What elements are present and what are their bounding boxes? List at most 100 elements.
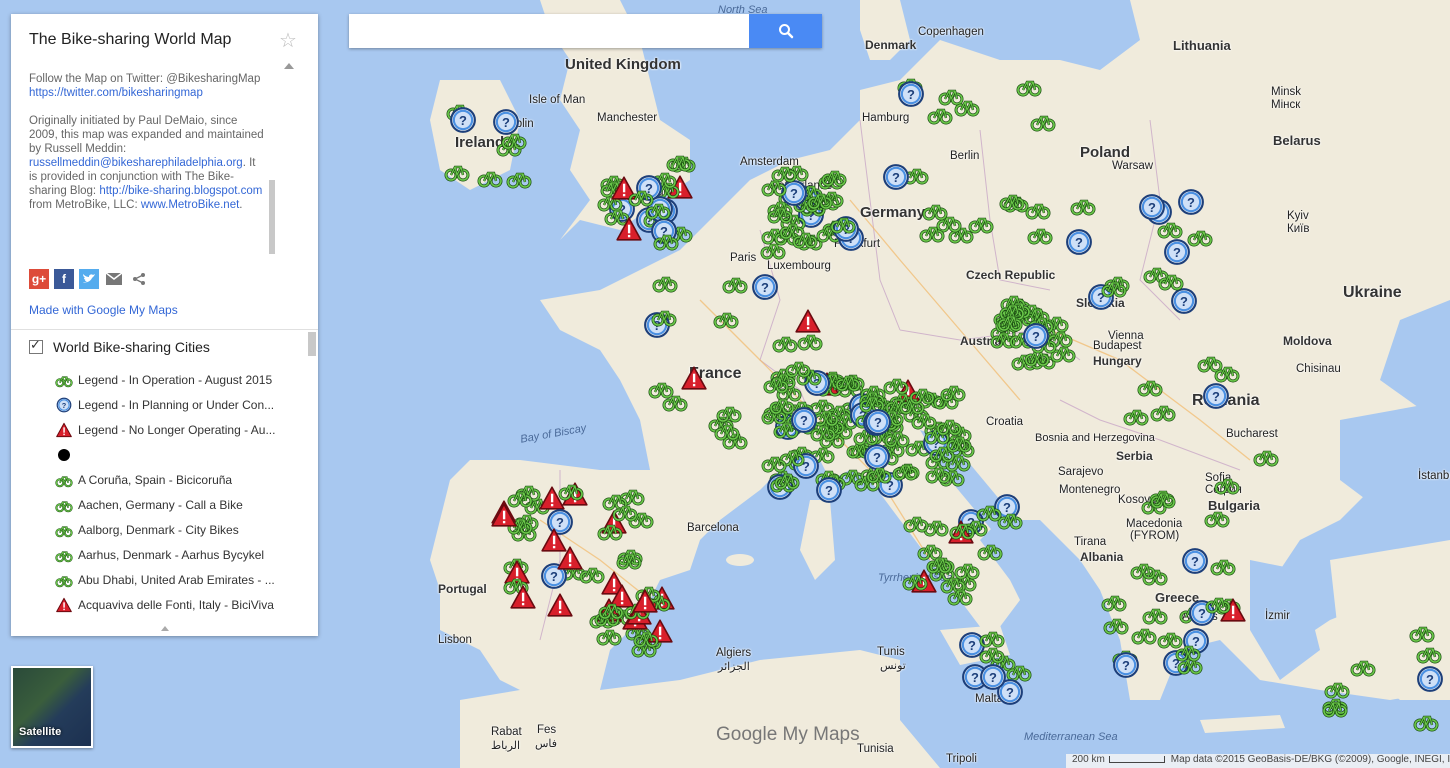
bike-marker[interactable] xyxy=(892,459,918,481)
bike-marker[interactable] xyxy=(506,167,532,189)
bike-marker[interactable] xyxy=(714,419,740,441)
bike-marker[interactable] xyxy=(1416,642,1442,664)
bike-marker[interactable] xyxy=(1137,375,1163,397)
bike-marker[interactable] xyxy=(1070,194,1096,216)
bike-marker[interactable] xyxy=(866,462,892,484)
bike-marker[interactable] xyxy=(1150,487,1176,509)
bike-marker[interactable] xyxy=(1322,696,1348,718)
bike-marker[interactable] xyxy=(1214,473,1240,495)
bike-marker[interactable] xyxy=(902,569,928,591)
metrobike-link[interactable]: www.MetroBike.net xyxy=(141,199,239,211)
bike-marker[interactable] xyxy=(597,519,623,541)
warning-marker[interactable] xyxy=(546,592,574,618)
legend-item[interactable]: Aalborg, Denmark - City Bikes xyxy=(55,517,305,542)
bike-marker[interactable] xyxy=(949,518,975,540)
bike-marker[interactable] xyxy=(883,373,909,395)
google-plus-icon[interactable]: g+ xyxy=(29,269,49,289)
email-icon[interactable] xyxy=(104,269,124,289)
twitter-link[interactable]: https://twitter.com/bikesharingmap xyxy=(29,87,203,99)
made-with-link[interactable]: Made with Google My Maps xyxy=(29,303,178,317)
bike-marker[interactable] xyxy=(792,227,818,249)
share-icon[interactable] xyxy=(129,269,149,289)
warning-marker[interactable] xyxy=(615,216,643,242)
bike-marker[interactable] xyxy=(926,552,952,574)
warning-marker[interactable] xyxy=(680,365,708,391)
question-marker[interactable]: ? xyxy=(897,80,925,108)
bike-marker[interactable] xyxy=(1101,276,1127,298)
bike-marker[interactable] xyxy=(807,188,833,210)
bike-marker[interactable] xyxy=(633,626,659,648)
bike-marker[interactable] xyxy=(927,103,953,125)
bike-marker[interactable] xyxy=(977,539,1003,561)
bike-marker[interactable] xyxy=(830,212,856,234)
list-scrollbar[interactable] xyxy=(308,332,316,356)
question-marker[interactable]: ? xyxy=(882,163,910,191)
question-marker[interactable]: ? xyxy=(449,106,477,134)
bike-marker[interactable] xyxy=(1205,592,1231,614)
bike-marker[interactable] xyxy=(925,462,951,484)
bike-marker[interactable] xyxy=(1214,361,1240,383)
bike-marker[interactable] xyxy=(835,370,861,392)
email-link[interactable]: russellmeddin@bikesharephiladelphia.org xyxy=(29,157,243,169)
warning-marker[interactable] xyxy=(540,527,568,553)
question-marker[interactable]: ? xyxy=(979,663,1007,691)
bike-marker[interactable] xyxy=(954,95,980,117)
bike-marker[interactable] xyxy=(1101,590,1127,612)
bike-marker[interactable] xyxy=(444,160,470,182)
bike-marker[interactable] xyxy=(997,310,1023,332)
bike-marker[interactable] xyxy=(940,380,966,402)
bike-marker[interactable] xyxy=(1103,613,1129,635)
bike-marker[interactable] xyxy=(628,185,654,207)
bike-marker[interactable] xyxy=(968,212,994,234)
bike-marker[interactable] xyxy=(1187,225,1213,247)
satellite-toggle[interactable]: Satellite xyxy=(11,666,93,748)
warning-marker[interactable] xyxy=(490,502,518,528)
question-marker[interactable]: ? xyxy=(751,273,779,301)
bike-marker[interactable] xyxy=(648,377,674,399)
bike-marker[interactable] xyxy=(760,238,786,260)
legend-item[interactable]: A Coruña, Spain - Bicicoruña xyxy=(55,467,305,492)
question-marker[interactable]: ? xyxy=(1181,547,1209,575)
bike-marker[interactable] xyxy=(1131,623,1157,645)
bike-marker[interactable] xyxy=(1142,603,1168,625)
bike-marker[interactable] xyxy=(1324,677,1350,699)
legend-item[interactable]: Legend - In Operation - August 2015 xyxy=(55,367,305,392)
bike-marker[interactable] xyxy=(1150,400,1176,422)
bike-marker[interactable] xyxy=(1210,554,1236,576)
bike-marker[interactable] xyxy=(1130,558,1156,580)
facebook-icon[interactable]: f xyxy=(54,269,74,289)
star-icon[interactable]: ☆ xyxy=(279,28,297,53)
bike-marker[interactable] xyxy=(936,414,962,436)
bike-marker[interactable] xyxy=(1030,110,1056,132)
expand-icon[interactable] xyxy=(161,626,169,631)
legend-item[interactable]: Legend - No Longer Operating - Au... xyxy=(55,417,305,442)
layer-toggle[interactable]: World Bike-sharing Cities xyxy=(29,337,210,355)
warning-marker[interactable] xyxy=(631,588,659,614)
search-input[interactable] xyxy=(349,14,749,48)
legend-item[interactable] xyxy=(55,442,305,467)
bike-marker[interactable] xyxy=(954,558,980,580)
bike-marker[interactable] xyxy=(596,624,622,646)
question-marker[interactable]: ? xyxy=(1112,651,1140,679)
question-marker[interactable]: ? xyxy=(1170,287,1198,315)
bike-marker[interactable] xyxy=(797,329,823,351)
bike-marker[interactable] xyxy=(612,500,638,522)
bike-marker[interactable] xyxy=(1350,655,1376,677)
bike-marker[interactable] xyxy=(979,626,1005,648)
question-marker[interactable]: ? xyxy=(1022,322,1050,350)
blog-link[interactable]: http://bike-sharing.blogspot.com xyxy=(99,185,262,197)
question-marker[interactable]: ? xyxy=(1177,188,1205,216)
bike-marker[interactable] xyxy=(722,272,748,294)
legend-item[interactable]: Aarhus, Denmark - Aarhus Bycykel xyxy=(55,542,305,567)
bike-marker[interactable] xyxy=(947,584,973,606)
question-marker[interactable]: ? xyxy=(1202,382,1230,410)
bike-marker[interactable] xyxy=(558,479,584,501)
bike-marker[interactable] xyxy=(1025,198,1051,220)
layer-checkbox[interactable] xyxy=(29,337,43,354)
bike-marker[interactable] xyxy=(1016,75,1042,97)
bike-marker[interactable] xyxy=(1123,404,1149,426)
bike-marker[interactable] xyxy=(772,331,798,353)
question-marker[interactable]: ? xyxy=(1065,228,1093,256)
bike-marker[interactable] xyxy=(651,305,677,327)
question-marker[interactable]: ? xyxy=(864,408,892,436)
